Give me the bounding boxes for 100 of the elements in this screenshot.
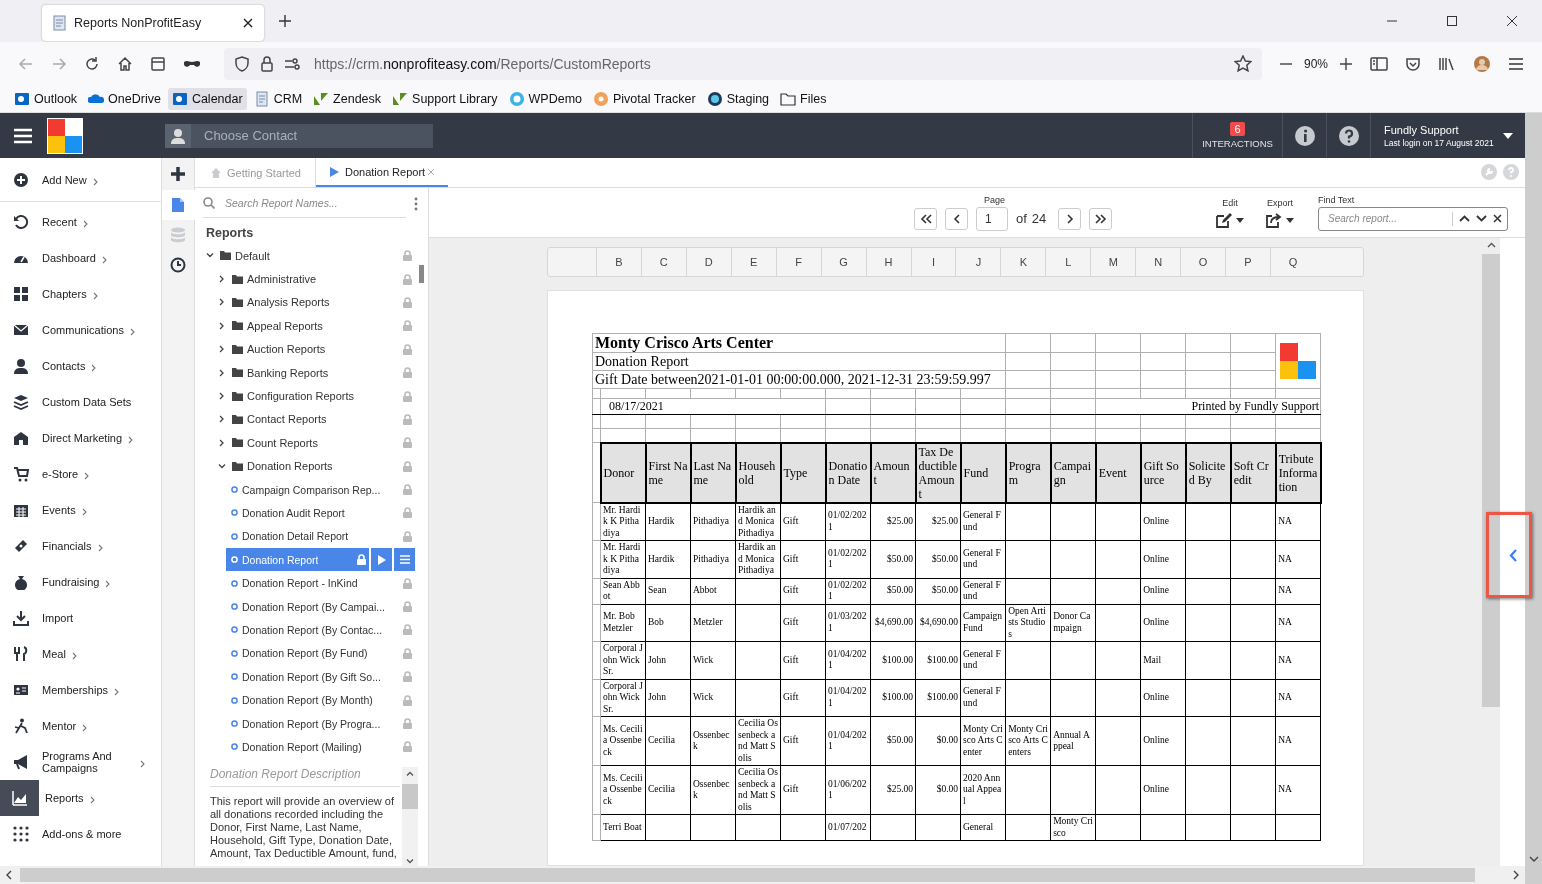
- maximize-icon[interactable]: [1446, 15, 1458, 27]
- export-button[interactable]: [1266, 212, 1294, 228]
- bookmark[interactable]: Staging: [702, 88, 774, 110]
- tree-folder[interactable]: Donation Reports: [206, 454, 419, 478]
- find-field[interactable]: Search report...: [1318, 206, 1508, 231]
- browser-tab[interactable]: Reports NonProfitEasy: [42, 5, 264, 41]
- description-title: Donation Report Description: [210, 766, 400, 787]
- more-icon[interactable]: [414, 196, 418, 211]
- tree-folder[interactable]: Count Reports: [206, 431, 419, 455]
- window-icon[interactable]: [150, 56, 166, 72]
- tree-item[interactable]: Donation Audit Report: [226, 501, 415, 525]
- run-button[interactable]: [371, 548, 392, 572]
- tree-item[interactable]: Donation Report (By Progra...: [226, 712, 415, 735]
- tree-item[interactable]: Donation Detail Report: [226, 524, 415, 548]
- tree-folder[interactable]: Default: [206, 244, 419, 268]
- interactions-button[interactable]: 6 INTERACTIONS: [1192, 113, 1282, 158]
- chevron-right-icon: [97, 544, 103, 552]
- avatar-icon[interactable]: [1473, 55, 1491, 73]
- add-icon[interactable]: [170, 166, 186, 182]
- tree-item[interactable]: Donation Report (By Month): [226, 688, 415, 712]
- previous-page-button[interactable]: [945, 207, 968, 230]
- sidebar-item[interactable]: e-Store: [0, 456, 161, 492]
- close-icon[interactable]: [242, 17, 254, 29]
- tree-folder[interactable]: Contact Reports: [206, 407, 419, 432]
- bookmark[interactable]: OneDrive: [84, 88, 165, 110]
- menu-button[interactable]: [394, 548, 415, 572]
- new-tab-icon[interactable]: [278, 14, 292, 28]
- next-page-button[interactable]: [1058, 207, 1082, 230]
- sidebar-item[interactable]: Reports: [0, 780, 161, 816]
- folder-icon: [232, 297, 243, 307]
- tree-item[interactable]: Campaign Comparison Rep...: [226, 478, 415, 502]
- sidebar-item[interactable]: Add-ons & more: [0, 816, 161, 852]
- table-cell: NA: [1275, 578, 1321, 604]
- reload-icon[interactable]: [84, 56, 100, 72]
- tree-item[interactable]: Donation Report (By Gift So...: [226, 665, 415, 689]
- sidebar-item[interactable]: Programs And Campaigns: [0, 744, 161, 780]
- sidebar-item[interactable]: Memberships: [0, 672, 161, 708]
- folder-icon: [232, 461, 243, 471]
- bookmark[interactable]: Files: [776, 88, 831, 110]
- edit-button[interactable]: [1216, 212, 1244, 228]
- contact-field[interactable]: Choose Contact: [165, 123, 433, 148]
- sidebar-item[interactable]: Contacts: [0, 348, 161, 384]
- sidebar-item[interactable]: Fundraising: [0, 564, 161, 600]
- tab[interactable]: Donation Report: [316, 158, 449, 187]
- sidebar-icon[interactable]: [1370, 56, 1388, 72]
- tree-folder[interactable]: Administrative: [206, 267, 419, 291]
- menu-icon[interactable]: [1508, 57, 1524, 71]
- tree-item[interactable]: Donation Report (Mailing): [226, 735, 415, 759]
- first-page-button[interactable]: [914, 207, 937, 230]
- close-icon[interactable]: [1493, 214, 1502, 223]
- tree-folder[interactable]: Analysis Reports: [206, 290, 419, 315]
- collapse-handle[interactable]: [1486, 512, 1532, 598]
- sidebar-item[interactable]: Events: [0, 492, 161, 528]
- sidebar-item[interactable]: Recent: [0, 204, 161, 240]
- help-icon[interactable]: [1338, 125, 1359, 146]
- permissions-icon: [284, 56, 300, 72]
- bookmark[interactable]: Outlook: [10, 88, 82, 110]
- sidebar-item[interactable]: Meal: [0, 636, 161, 672]
- sidebar-item[interactable]: Chapters: [0, 276, 161, 312]
- chevron-up-icon[interactable]: [1459, 215, 1470, 222]
- zoom-in-icon[interactable]: [1339, 57, 1353, 71]
- chevron-down-icon[interactable]: [1476, 215, 1487, 222]
- pocket-icon[interactable]: [1405, 56, 1421, 72]
- search-field[interactable]: Search Report Names...: [223, 196, 403, 210]
- bookmark-star-icon[interactable]: [1233, 55, 1252, 73]
- tree-item[interactable]: Donation Report (By Contac...: [226, 618, 415, 642]
- bookmark[interactable]: Support Library: [388, 88, 502, 110]
- last-page-button[interactable]: [1089, 207, 1113, 230]
- tree-folder[interactable]: Configuration Reports: [206, 384, 419, 408]
- library-icon[interactable]: [1438, 56, 1456, 72]
- bookmark[interactable]: Pivotal Tracker: [589, 88, 700, 110]
- clock-icon[interactable]: [170, 257, 186, 273]
- bookmark[interactable]: CRM: [249, 88, 307, 110]
- tree-item[interactable]: Donation Report (By Campai...: [226, 595, 415, 619]
- tree-folder[interactable]: Banking Reports: [206, 360, 419, 385]
- page-field[interactable]: 1: [976, 206, 1008, 231]
- zoom-level[interactable]: 90%: [1303, 57, 1328, 71]
- sidebar-item[interactable]: Import: [0, 600, 161, 636]
- sidebar-item[interactable]: Direct Marketing: [0, 420, 161, 456]
- tree-item[interactable]: Donation Report (By Fund): [226, 641, 415, 665]
- info-icon[interactable]: [1294, 125, 1315, 146]
- tree-folder[interactable]: Appeal Reports: [206, 314, 419, 338]
- home-icon[interactable]: [117, 56, 133, 72]
- logo-icon[interactable]: [47, 117, 83, 154]
- sidebar-item[interactable]: Financials: [0, 528, 161, 564]
- tree-folder[interactable]: Auction Reports: [206, 337, 419, 361]
- tree-item[interactable]: Donation Report: [226, 548, 369, 572]
- bookmark[interactable]: Calendar: [167, 88, 247, 110]
- bookmark[interactable]: WPDemo: [504, 88, 586, 110]
- sidebar-item[interactable]: Mentor: [0, 708, 161, 744]
- sidebar-item[interactable]: Add New: [0, 158, 161, 202]
- sidebar-item[interactable]: Communications: [0, 312, 161, 348]
- address-bar[interactable]: https://crm.nonprofiteasy.com/Reports/CustomReports: [224, 48, 1262, 80]
- table-cell: Cecilia Ossenbeck and Matt Solis: [735, 765, 781, 815]
- bookmark[interactable]: Zendesk: [309, 88, 386, 110]
- close-icon[interactable]: [1506, 15, 1518, 27]
- sidebar-item[interactable]: Dashboard: [0, 240, 161, 276]
- document-icon[interactable]: [171, 197, 185, 213]
- sidebar-item[interactable]: Custom Data Sets: [0, 384, 161, 420]
- tree-item[interactable]: Donation Report - InKind: [226, 571, 415, 595]
